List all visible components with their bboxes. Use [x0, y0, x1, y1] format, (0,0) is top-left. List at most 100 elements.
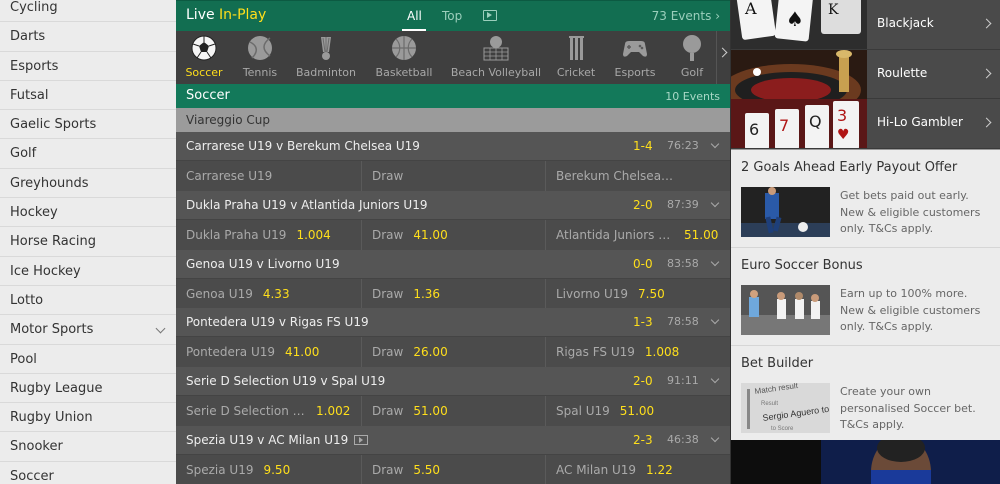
promo-banner[interactable] — [731, 440, 1000, 484]
away-price: 51.00 — [684, 227, 719, 242]
away-team-label: AC Milan U19 — [556, 462, 637, 477]
chevron-down-icon[interactable] — [710, 316, 720, 325]
shuttlecock-icon — [290, 34, 362, 62]
away-odds-button[interactable]: Spal U19 51.00 — [545, 396, 730, 427]
chevron-right-icon: › — [715, 9, 720, 23]
sport-soccer[interactable]: Soccer — [184, 34, 224, 88]
match-score: 2-0 — [633, 374, 653, 389]
draw-odds-button[interactable]: Draw 51.00 — [361, 396, 545, 427]
sport-basketball[interactable]: Basketball — [367, 34, 441, 79]
away-odds-button[interactable]: Atlantida Juniors U19 51.00 — [545, 219, 730, 250]
sidebar-item-label: Golf — [10, 146, 37, 162]
sidebar-item-hockey[interactable]: Hockey — [0, 198, 176, 228]
sport-golf[interactable]: Golf — [671, 34, 713, 79]
sidebar-item-greyhounds[interactable]: Greyhounds — [0, 169, 176, 199]
game-blackjack[interactable]: A ♠ K Blackjack — [731, 0, 1000, 50]
match-header[interactable]: Pontedera U19 v Rigas FS U19 1-3 78:58 — [176, 308, 730, 337]
sport-label: Esports — [614, 66, 656, 79]
chevron-down-icon[interactable] — [710, 433, 720, 443]
match-header[interactable]: Spezia U19 v AC Milan U19 2-3 46:38 — [176, 425, 730, 454]
match-header[interactable]: Dukla Praha U19 v Atlantida Juniors U19 2… — [176, 190, 730, 219]
match-name: Carrarese U19 v Berekum Chelsea U19 — [186, 139, 420, 153]
home-odds-button[interactable]: Carrarese U19 — [176, 161, 361, 191]
home-odds-button[interactable]: Serie D Selection U19 1.002 — [176, 396, 361, 426]
offer-2-goals-ahead[interactable]: 2 Goals Ahead Early Payout Offer Get bet… — [731, 150, 1000, 249]
events-count-link[interactable]: 73 Events › — [652, 9, 720, 23]
draw-odds-button[interactable]: Draw 41.00 — [361, 219, 545, 250]
home-odds-button[interactable]: Pontedera U19 41.00 — [176, 337, 361, 367]
away-odds-button[interactable]: Rigas FS U19 1.008 — [545, 337, 730, 368]
sidebar-item-futsal[interactable]: Futsal — [0, 81, 176, 111]
sidebar-item-ice-hockey[interactable]: Ice Hockey — [0, 257, 176, 286]
draw-label: Draw — [372, 462, 404, 477]
offer-euro-soccer-bonus[interactable]: Euro Soccer Bonus Earn up to 100% more. … — [731, 248, 1000, 347]
sidebar-item-lotto[interactable]: Lotto — [0, 286, 176, 316]
sidebar-item-label: Horse Racing — [10, 234, 96, 250]
section-header[interactable]: Soccer 10 Events — [176, 84, 730, 108]
sport-cricket[interactable]: Cricket — [548, 34, 604, 79]
draw-odds-button[interactable]: Draw 26.00 — [361, 337, 545, 368]
sidebar-item-horse-racing[interactable]: Horse Racing — [0, 227, 176, 257]
match-header[interactable]: Genoa U19 v Livorno U19 0-0 83:58 — [176, 249, 730, 278]
offer-description: Create your own personalised Soccer bet.… — [840, 385, 976, 432]
sidebar-item-motor-sports[interactable]: Motor Sports — [0, 315, 176, 345]
live-stream-icon[interactable] — [354, 434, 369, 445]
home-odds-button[interactable]: Spezia U19 9.50 — [176, 455, 361, 484]
match-header[interactable]: Serie D Selection U19 v Spal U19 2-0 91:11 — [176, 367, 730, 396]
home-odds-button[interactable]: Genoa U19 4.33 — [176, 279, 361, 309]
tab-all[interactable]: All — [407, 9, 422, 23]
inplay-label: In-Play — [219, 7, 267, 23]
sidebar-item-cycling[interactable]: Cycling — [0, 0, 176, 23]
chevron-down-icon[interactable] — [710, 374, 720, 384]
sport-badminton[interactable]: Badminton — [290, 34, 362, 79]
chevron-down-icon[interactable] — [710, 198, 720, 208]
sidebar-item-esports[interactable]: Esports — [0, 52, 176, 81]
sidebar-item-rugby-union[interactable]: Rugby Union — [0, 403, 176, 433]
offer-image: Match result Result Sergio Aguero to to … — [741, 383, 830, 434]
match-header[interactable]: Carrarese U19 v Berekum Chelsea U19 1-4 76… — [176, 132, 730, 160]
away-team-label: Livorno U19 — [556, 286, 628, 301]
match-name-text: Genoa U19 v Livorno U19 — [186, 256, 340, 271]
offer-bet-builder[interactable]: Bet Builder Match result Result Sergio A… — [731, 346, 1000, 444]
draw-odds-button[interactable]: Draw — [361, 161, 545, 191]
sidebar-item-rugby-league[interactable]: Rugby League — [0, 374, 176, 404]
sport-esports[interactable]: Esports — [607, 34, 663, 79]
sport-label: Badminton — [295, 66, 357, 79]
tab-top[interactable]: Top — [442, 9, 462, 23]
home-odds-button[interactable]: Dukla Praha U19 1.004 — [176, 220, 361, 250]
sidebar-item-gaelic-sports[interactable]: Gaelic Sports — [0, 110, 176, 140]
offer-image — [741, 187, 830, 238]
away-odds-button[interactable]: Livorno U19 7.50 — [545, 278, 730, 309]
chevron-down-icon[interactable] — [710, 257, 720, 266]
away-odds-button[interactable]: AC Milan U19 1.22 — [545, 454, 730, 484]
game-hi-lo-gambler[interactable]: 6 7 Q 3 ♥ Hi-Lo Gambler — [731, 99, 1000, 150]
draw-odds-button[interactable]: Draw 5.50 — [361, 454, 545, 484]
away-team-label: Atlantida Juniors U19 — [556, 227, 674, 242]
sidebar-item-soccer[interactable]: Soccer — [0, 462, 176, 484]
game-roulette[interactable]: Roulette — [731, 49, 1000, 100]
chevron-down-icon[interactable] — [710, 139, 720, 149]
away-team-label: Rigas FS U19 — [556, 345, 635, 360]
competition-header[interactable]: Viareggio Cup — [176, 108, 730, 132]
sidebar-item-pool[interactable]: Pool — [0, 345, 176, 374]
draw-price: 1.36 — [413, 286, 441, 301]
sidebar-item-label: Cycling — [10, 0, 58, 15]
video-icon[interactable] — [483, 10, 497, 21]
home-price: 41.00 — [285, 345, 320, 360]
chevron-down-icon[interactable] — [155, 323, 166, 334]
draw-odds-button[interactable]: Draw 1.36 — [361, 278, 545, 309]
sidebar-item-snooker[interactable]: Snooker — [0, 432, 176, 462]
away-odds-button[interactable]: Berekum Chelsea U19 — [545, 161, 730, 191]
sport-beach-volleyball[interactable]: Beach Volleyball — [442, 34, 550, 79]
sidebar-item-darts[interactable]: Darts — [0, 22, 176, 52]
home-team-label: Pontedera U19 — [186, 345, 275, 360]
sidebar-item-golf[interactable]: Golf — [0, 139, 176, 169]
sport-tennis[interactable]: Tennis — [236, 34, 284, 79]
carousel-next-button[interactable] — [716, 31, 730, 84]
cricket-icon — [548, 34, 604, 62]
section-title: Soccer — [186, 88, 230, 103]
draw-label: Draw — [372, 169, 404, 183]
inplay-header: Live In-Play All Top 73 Events › — [176, 0, 730, 31]
golf-icon — [671, 34, 713, 62]
match-row: Serie D Selection U19 v Spal U19 2-0 91:11… — [176, 367, 730, 427]
